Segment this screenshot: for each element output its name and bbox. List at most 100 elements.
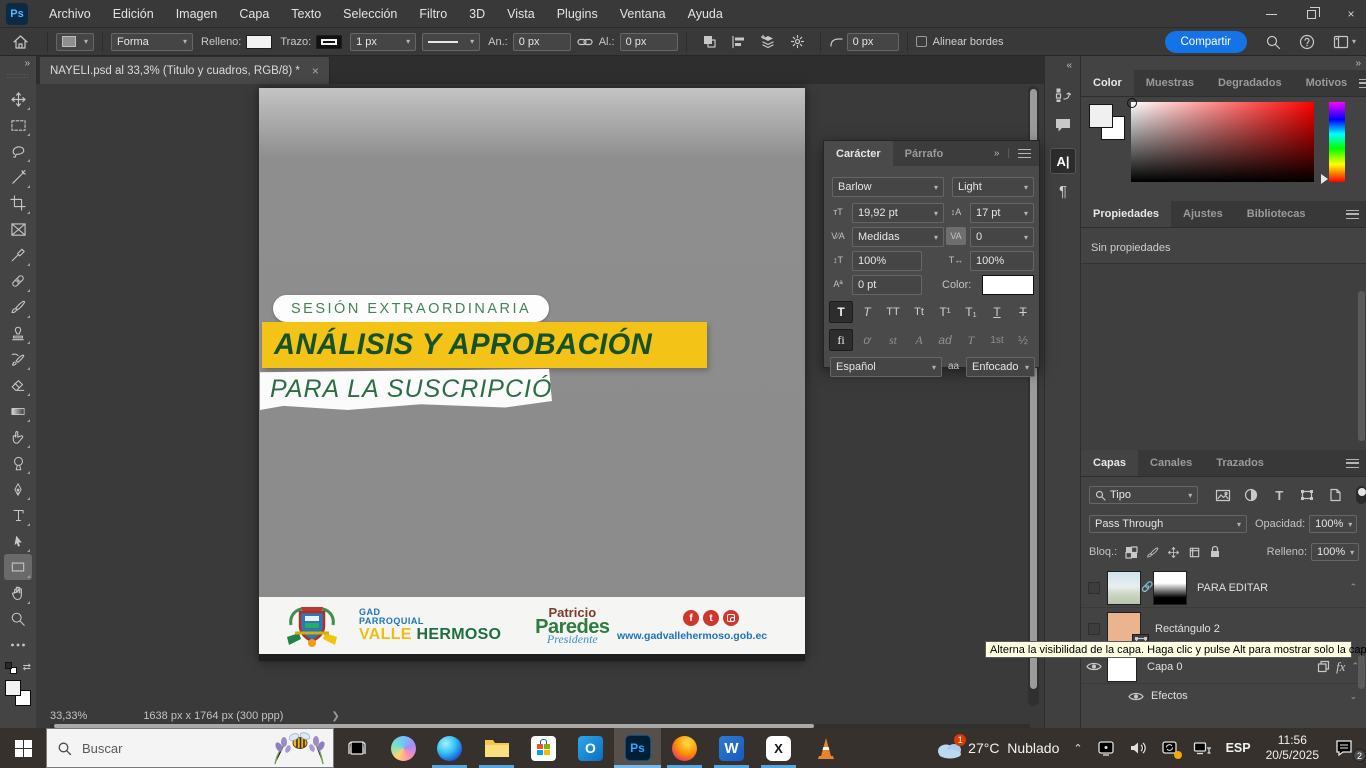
- color-panel-swatches[interactable]: [1089, 104, 1125, 140]
- link-dimensions-icon[interactable]: [577, 36, 593, 48]
- comments-panel-icon[interactable]: [1050, 112, 1076, 138]
- swap-colors-icon[interactable]: ⇄: [23, 662, 31, 674]
- collapse-strip-icon[interactable]: «: [1066, 60, 1072, 71]
- tab-color[interactable]: Color: [1081, 70, 1134, 96]
- tracking-field[interactable]: 0▾: [970, 227, 1034, 247]
- kerning-select[interactable]: Medidas▾: [852, 227, 944, 247]
- filter-shape-layers-icon[interactable]: [1296, 485, 1318, 505]
- photoshop-button[interactable]: Ps: [614, 728, 661, 768]
- layer-filter-toggle[interactable]: [1356, 486, 1366, 504]
- layer-name[interactable]: Rectángulo 2: [1155, 623, 1220, 635]
- zoom-tool[interactable]: [4, 606, 32, 632]
- titling-alternates-button[interactable]: T: [959, 329, 983, 351]
- home-icon[interactable]: [12, 34, 29, 50]
- stroke-width-field[interactable]: 1 px▾: [350, 33, 416, 51]
- close-button[interactable]: ×: [1344, 7, 1358, 21]
- language-select[interactable]: Español▾: [830, 357, 942, 377]
- history-panel-icon[interactable]: [1050, 82, 1076, 108]
- file-explorer-button[interactable]: [473, 728, 520, 768]
- tool-mode-select[interactable]: Forma▾: [111, 33, 193, 51]
- clone-stamp-tool[interactable]: [4, 320, 32, 346]
- lock-artboard-icon[interactable]: [1188, 545, 1201, 559]
- faux-italic-button[interactable]: T: [855, 301, 879, 323]
- eraser-tool[interactable]: [4, 372, 32, 398]
- lock-pixels-icon[interactable]: [1146, 545, 1159, 559]
- fractions-button[interactable]: ½: [1011, 329, 1035, 351]
- underline-button[interactable]: T: [985, 301, 1009, 323]
- restore-button[interactable]: [1304, 7, 1318, 21]
- paragraph-panel-icon[interactable]: ¶: [1050, 178, 1076, 204]
- fill-swatch[interactable]: [246, 35, 272, 49]
- menu-edicion[interactable]: Edición: [102, 0, 165, 28]
- document-canvas[interactable]: SESIÓN EXTRAORDINARIA ANÁLISIS Y APROBAC…: [259, 88, 805, 661]
- visibility-toggle-eye[interactable]: [1081, 661, 1107, 672]
- filter-adjustment-layers-icon[interactable]: [1240, 485, 1262, 505]
- weather-widget[interactable]: 1 27°C Nublado: [927, 728, 1066, 768]
- store-button[interactable]: [520, 728, 567, 768]
- layer-thumbnail[interactable]: [1107, 571, 1141, 605]
- filter-pixel-layers-icon[interactable]: [1212, 485, 1234, 505]
- edge-button[interactable]: [426, 728, 473, 768]
- search-icon[interactable]: [1265, 34, 1281, 50]
- antialias-select[interactable]: Enfocado▾: [966, 357, 1035, 377]
- leading-field[interactable]: 17 pt▾: [970, 203, 1034, 223]
- scroll-down-icon[interactable]: ⌄: [1349, 691, 1357, 702]
- history-brush-tool[interactable]: [4, 346, 32, 372]
- contextual-alternates-button[interactable]: ơ: [855, 329, 879, 351]
- visibility-toggle[interactable]: [1081, 582, 1107, 594]
- filter-type-layers-icon[interactable]: T: [1268, 485, 1290, 505]
- lock-transparency-icon[interactable]: [1125, 545, 1138, 559]
- zoom-level-field[interactable]: 33,33%: [50, 710, 87, 722]
- network-icon[interactable]: [1186, 728, 1219, 768]
- align-edges-checkbox[interactable]: [916, 36, 927, 47]
- tab-bibliotecas[interactable]: Bibliotecas: [1235, 201, 1318, 227]
- tab-paragraph[interactable]: Párrafo: [893, 141, 956, 166]
- brush-tool[interactable]: [4, 294, 32, 320]
- layer-name[interactable]: Capa 0: [1147, 661, 1182, 673]
- move-tool[interactable]: [4, 86, 32, 112]
- firefox-button[interactable]: [661, 728, 708, 768]
- filter-smart-objects-icon[interactable]: [1324, 485, 1346, 505]
- fill-opacity-field[interactable]: 100%▾: [1311, 543, 1359, 561]
- menu-ayuda[interactable]: Ayuda: [677, 0, 734, 28]
- stylistic-alternates-button[interactable]: ad: [933, 329, 957, 351]
- discretionary-ligatures-button[interactable]: st: [881, 329, 905, 351]
- layer-row-para-editar[interactable]: 🔗 PARA EDITAR ⌃: [1081, 568, 1366, 608]
- wireless-display-icon[interactable]: [1090, 728, 1122, 768]
- text-color-swatch[interactable]: [982, 275, 1034, 295]
- color-panel-menu-icon[interactable]: [1359, 79, 1366, 88]
- pen-tool[interactable]: [4, 476, 32, 502]
- layer-fx-icon[interactable]: fx: [1336, 659, 1345, 675]
- path-arrange-icon[interactable]: [760, 34, 776, 49]
- rectangle-tool[interactable]: [4, 554, 32, 580]
- hand-tool[interactable]: [4, 580, 32, 606]
- menu-seleccion[interactable]: Selección: [332, 0, 408, 28]
- clock-widget[interactable]: 11:5620/5/2025: [1258, 728, 1327, 768]
- superscript-button[interactable]: T¹: [933, 301, 957, 323]
- lasso-tool[interactable]: [4, 138, 32, 164]
- font-family-select[interactable]: Barlow▾: [832, 177, 944, 197]
- healing-brush-tool[interactable]: [4, 268, 32, 294]
- taskbar-search-input[interactable]: Buscar: [46, 728, 334, 768]
- vertical-scale-field[interactable]: 100%: [852, 251, 922, 271]
- small-caps-button[interactable]: Tt: [907, 301, 931, 323]
- character-panel-icon[interactable]: A|: [1050, 148, 1076, 174]
- properties-panel-menu-icon[interactable]: [1346, 210, 1359, 219]
- quick-selection-tool[interactable]: [4, 164, 32, 190]
- expand-toolbar-icon[interactable]: »: [24, 56, 36, 72]
- task-view-button[interactable]: [334, 728, 380, 768]
- menu-vista[interactable]: Vista: [496, 0, 546, 28]
- default-colors-icon[interactable]: [5, 662, 17, 674]
- vlc-button[interactable]: [802, 728, 849, 768]
- edit-toolbar-icon[interactable]: [4, 632, 32, 658]
- panel-menu-icon[interactable]: [1018, 149, 1031, 158]
- marquee-tool[interactable]: [4, 112, 32, 138]
- menu-archivo[interactable]: Archivo: [38, 0, 102, 28]
- collapse-panel-icon[interactable]: »: [994, 148, 1000, 159]
- baseline-shift-field[interactable]: 0 pt: [852, 275, 922, 295]
- document-tab[interactable]: NAYELI.psd al 33,3% (Titulo y cuadros, R…: [40, 57, 330, 84]
- corner-radius-field[interactable]: 0 px: [847, 33, 899, 51]
- horizontal-scale-field[interactable]: 100%: [970, 251, 1034, 271]
- path-selection-tool[interactable]: [4, 528, 32, 554]
- menu-texto[interactable]: Texto: [280, 0, 332, 28]
